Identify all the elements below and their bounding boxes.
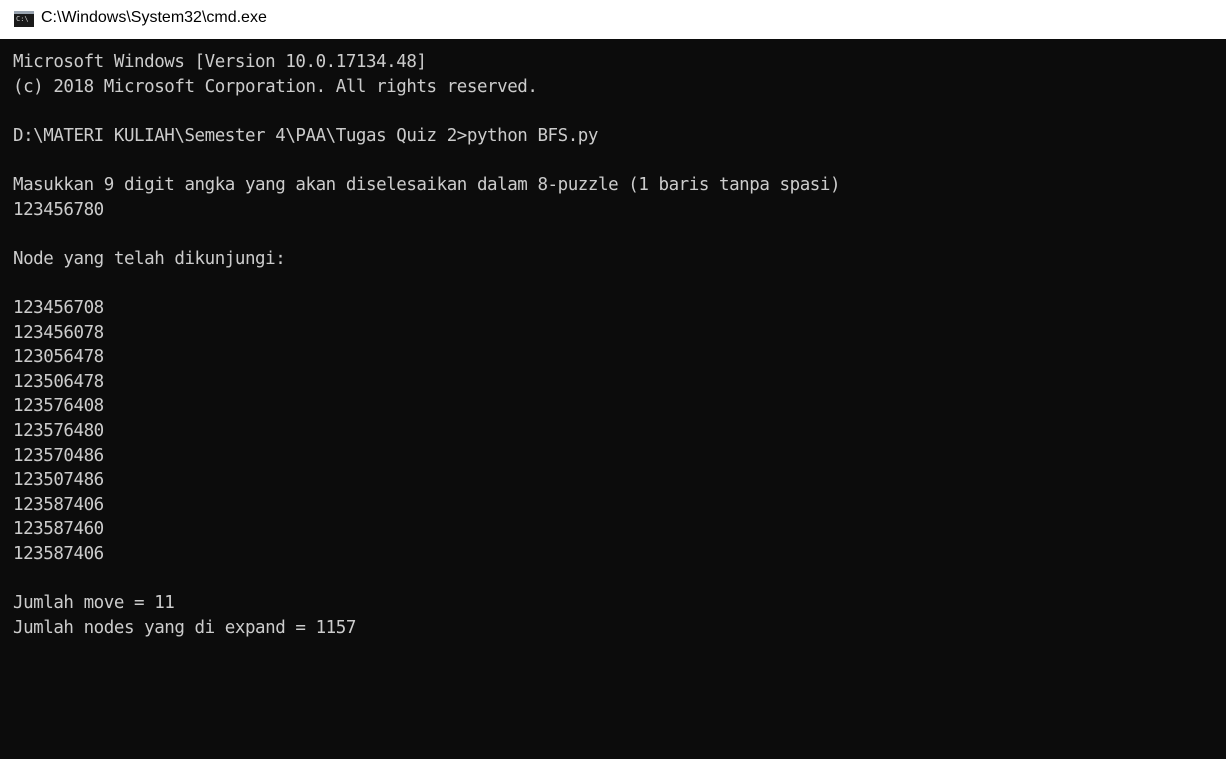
console-line: Microsoft Windows [Version 10.0.17134.48… — [13, 52, 427, 72]
title-bar[interactable]: C:\ C:\Windows\System32\cmd.exe — [0, 0, 1226, 39]
console-prompt-line: Masukkan 9 digit angka yang akan diseles… — [13, 174, 841, 195]
console-node-line: 123576408 — [13, 396, 104, 417]
console-node-line: 123507486 — [13, 470, 104, 491]
console-node-line: 123506478 — [13, 371, 104, 392]
console-lines: Microsoft Windows [Version 10.0.17134.48… — [13, 50, 840, 640]
console-node-line: 123587406 — [13, 494, 104, 515]
console-node-line: 123587460 — [13, 519, 104, 540]
console-line: Node yang telah dikunjungi: — [13, 248, 286, 269]
console-line: (c) 2018 Microsoft Corporation. All righ… — [13, 76, 538, 97]
console-node-line: 123587406 — [13, 543, 104, 564]
console-input-line: 123456780 — [13, 199, 104, 220]
console-summary-line: Jumlah nodes yang di expand = 1157 — [13, 617, 356, 638]
console-node-line: 123570486 — [13, 445, 104, 466]
console-output-area[interactable]: Microsoft Windows [Version 10.0.17134.48… — [0, 39, 1226, 759]
console-summary-line: Jumlah move = 11 — [13, 593, 175, 614]
console-command-line: D:\MATERI KULIAH\Semester 4\PAA\Tugas Qu… — [13, 125, 598, 146]
console-node-line: 123456078 — [13, 322, 104, 343]
console-node-line: 123456708 — [13, 297, 104, 318]
cmd-console-icon[interactable]: C:\ — [14, 11, 34, 27]
console-node-line: 123576480 — [13, 420, 104, 441]
window-title: C:\Windows\System32\cmd.exe — [41, 9, 267, 26]
console-node-line: 123056478 — [13, 347, 104, 368]
